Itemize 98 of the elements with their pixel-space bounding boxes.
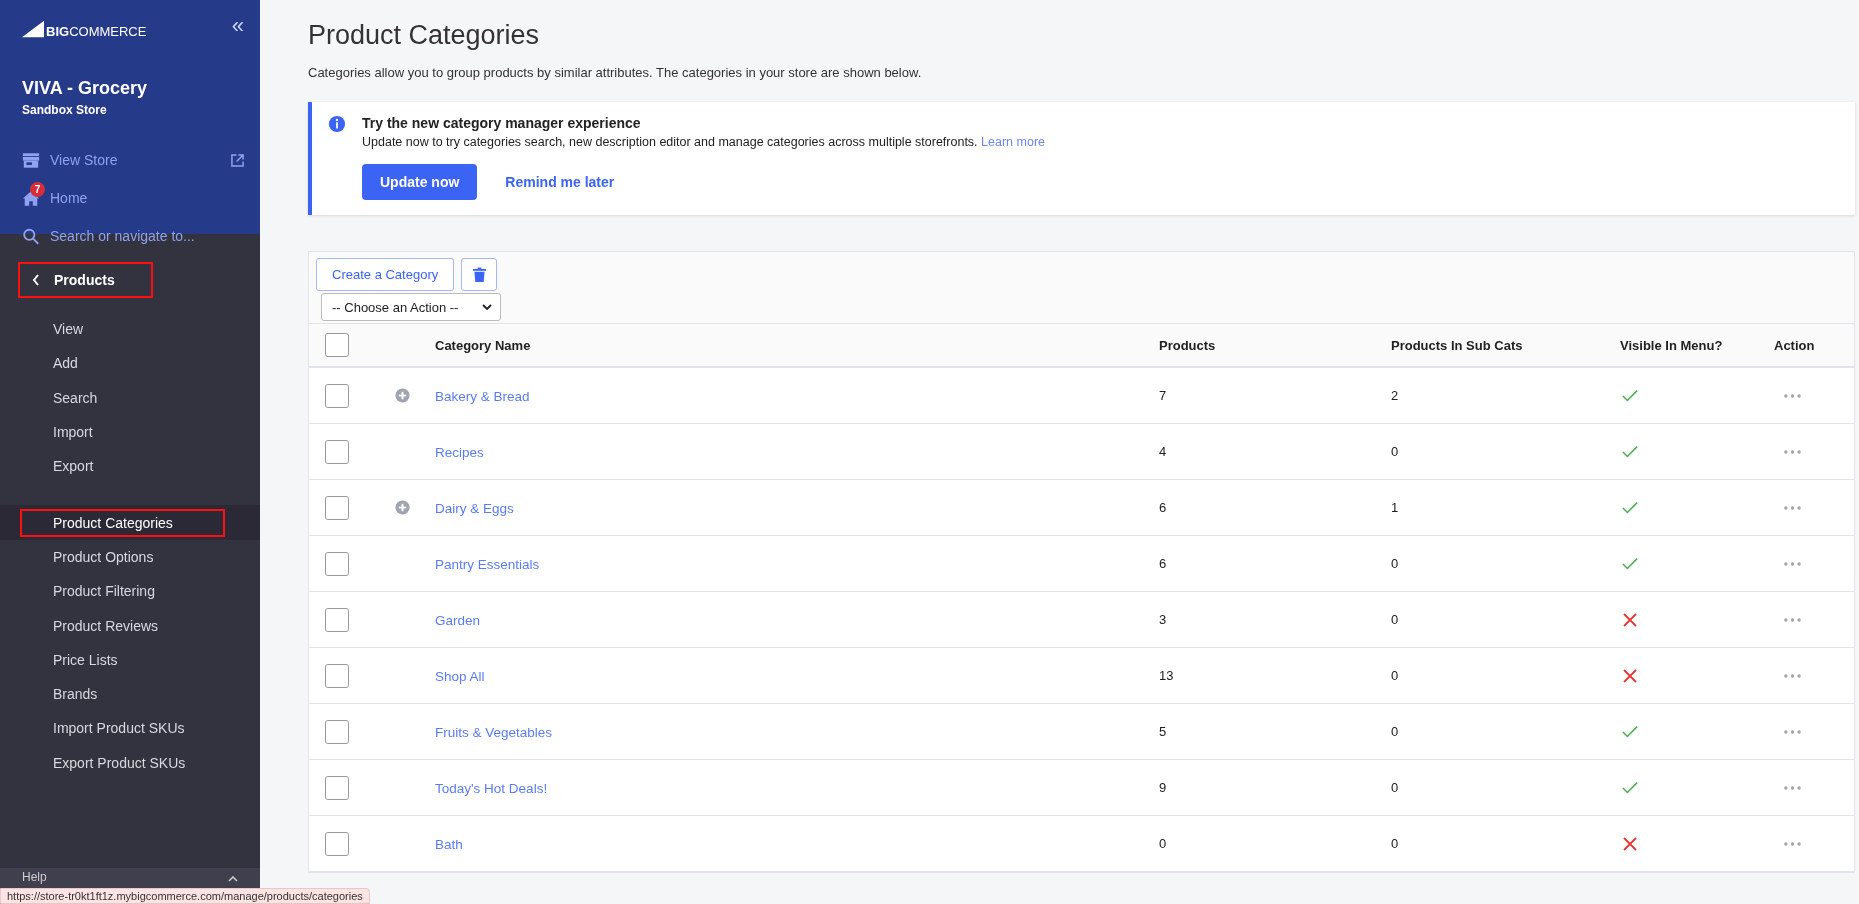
table-cell-text: 7 xyxy=(1159,388,1168,403)
banner-title: Try the new category manager experience xyxy=(362,115,642,131)
more-icon[interactable] xyxy=(1784,449,1801,454)
action-dropdown[interactable]: -- Choose an Action -- xyxy=(321,293,501,321)
table-cell-text: 3 xyxy=(1159,612,1168,627)
table-cell-text: 0 xyxy=(1391,724,1400,739)
products-back-button[interactable]: Products xyxy=(18,262,153,298)
more-icon[interactable] xyxy=(1784,561,1801,566)
nav-link-label: Home xyxy=(50,190,89,206)
store-name: VIVA - Grocery xyxy=(22,78,149,99)
nav-link[interactable]: View Store xyxy=(22,143,244,177)
sidebar-item[interactable]: Product Filtering xyxy=(20,577,207,606)
row-checkbox[interactable] xyxy=(325,495,349,520)
update-now-button[interactable]: Update now xyxy=(362,164,478,200)
nav-link[interactable]: Search or navigate to... xyxy=(22,219,244,253)
expand-icon[interactable] xyxy=(395,500,410,515)
row-checkbox[interactable] xyxy=(325,439,349,464)
more-icon[interactable] xyxy=(1784,673,1801,678)
banner-text: Update now to try categories search, new description editor and manage categories across multiple storefronts. xyxy=(362,135,978,149)
table-cell-text: 2 xyxy=(1391,388,1400,403)
category-link[interactable]: Shop All xyxy=(435,668,485,684)
row-checkbox[interactable] xyxy=(325,383,349,408)
category-link[interactable]: Dairy & Eggs xyxy=(435,500,514,516)
sidebar-item[interactable]: Product Categories xyxy=(20,508,225,537)
table-cell-text: 0 xyxy=(1159,836,1168,851)
column-header: Products In Sub Cats xyxy=(1391,337,1524,353)
category-link[interactable]: Garden xyxy=(435,612,481,628)
sidebar-item[interactable]: Import xyxy=(20,418,145,447)
table-cell-text: 9 xyxy=(1159,780,1168,795)
remind-later-button[interactable]: Remind me later xyxy=(499,173,621,191)
sidebar-item[interactable]: Add xyxy=(20,349,130,378)
more-icon[interactable] xyxy=(1784,729,1801,734)
store-type: Sandbox Store xyxy=(22,103,108,117)
expand-icon[interactable] xyxy=(395,388,410,403)
storefront-icon xyxy=(22,151,40,169)
sidebar-item[interactable]: Product Reviews xyxy=(20,611,211,640)
sidebar-item[interactable]: Product Options xyxy=(20,542,206,571)
row-checkbox[interactable] xyxy=(325,831,349,856)
category-link[interactable]: Bakery & Bread xyxy=(435,388,530,404)
status-url: https://store-tr0kt1ft1z.mybigcommerce.com/manage/products/categories xyxy=(0,888,370,904)
help-link[interactable]: Help xyxy=(22,870,47,884)
category-link[interactable]: Pantry Essentials xyxy=(435,556,540,572)
table-cell-text: 0 xyxy=(1391,780,1400,795)
row-checkbox[interactable] xyxy=(325,775,349,800)
table-cell-text: 5 xyxy=(1159,724,1168,739)
sidebar-item[interactable]: Import Product SKUs xyxy=(20,714,237,743)
category-link[interactable]: Bath xyxy=(435,836,463,852)
sidebar-item[interactable]: Export xyxy=(20,452,146,481)
logo-triangle-icon xyxy=(22,20,44,38)
more-icon[interactable] xyxy=(1784,617,1801,622)
nav-link-label: Search or navigate to... xyxy=(50,228,196,244)
create-category-button[interactable]: Create a Category xyxy=(316,258,455,291)
column-header: Action xyxy=(1774,337,1816,353)
table-cell-text: 0 xyxy=(1391,612,1400,627)
category-link[interactable]: Recipes xyxy=(435,444,484,460)
nav-link-label: View Store xyxy=(50,152,119,168)
sidebar-item[interactable]: Brands xyxy=(20,680,150,709)
caret-icon xyxy=(228,876,238,882)
category-link[interactable]: Today's Hot Deals! xyxy=(435,780,548,796)
column-header: Products xyxy=(1159,337,1217,353)
table-cell-text: 4 xyxy=(1159,444,1168,459)
row-checkbox[interactable] xyxy=(325,607,349,632)
table-cell-text: 0 xyxy=(1391,444,1400,459)
external-link-icon xyxy=(231,153,244,167)
collapse-button[interactable]: « xyxy=(231,15,244,37)
sidebar-item[interactable]: View xyxy=(20,315,136,344)
column-header: Category Name xyxy=(435,337,532,353)
more-icon[interactable] xyxy=(1784,505,1801,510)
table-cell-text: 1 xyxy=(1391,500,1400,515)
column-header: Visible In Menu? xyxy=(1620,337,1724,353)
caret-icon xyxy=(482,304,492,310)
page-title: Product Categories xyxy=(308,20,541,51)
search-icon xyxy=(22,227,40,245)
more-icon[interactable] xyxy=(1784,841,1801,846)
notification-badge: 7 xyxy=(30,181,45,197)
row-checkbox[interactable] xyxy=(325,551,349,576)
category-link[interactable]: Fruits & Vegetables xyxy=(435,724,553,740)
logo[interactable]: BIGCOMMERCE xyxy=(22,14,147,38)
trash-icon xyxy=(472,266,486,283)
table-cell-text: 0 xyxy=(1391,668,1400,683)
more-icon[interactable] xyxy=(1784,785,1801,790)
chevron-left-icon xyxy=(32,274,40,286)
more-icon[interactable] xyxy=(1784,393,1801,398)
info-icon xyxy=(328,115,346,133)
select-all-checkbox[interactable] xyxy=(325,333,349,357)
delete-button[interactable] xyxy=(461,258,498,291)
page-description: Categories allow you to group products by similar attributes. The categories in your store are shown below. xyxy=(308,65,923,80)
sidebar-item[interactable]: Search xyxy=(20,383,150,412)
table-cell-text: 6 xyxy=(1159,500,1168,515)
row-checkbox[interactable] xyxy=(325,719,349,744)
table-cell-text: 0 xyxy=(1391,836,1400,851)
table-cell-text: 6 xyxy=(1159,556,1168,571)
row-checkbox[interactable] xyxy=(325,663,349,688)
sidebar-item[interactable]: Price Lists xyxy=(20,645,170,674)
nav-link[interactable]: 7 Home xyxy=(22,181,244,215)
sidebar-item[interactable]: Export Product SKUs xyxy=(20,748,238,777)
table-cell-text: 0 xyxy=(1391,556,1400,571)
table-cell-text: 13 xyxy=(1159,668,1175,683)
